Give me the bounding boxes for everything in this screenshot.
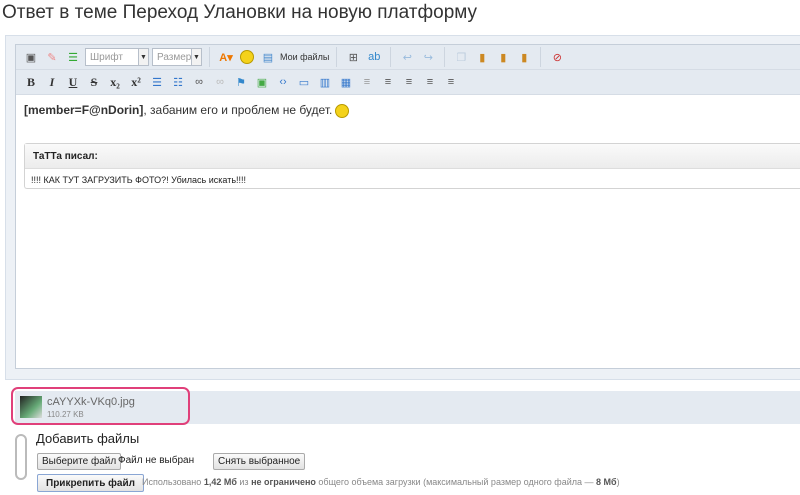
member-tag: [member=F@nDorin] <box>24 103 144 117</box>
numbered-list-icon[interactable]: ☷ <box>169 73 187 91</box>
bullet-list-icon[interactable]: ☰ <box>148 73 166 91</box>
unlink-icon[interactable]: ∞ <box>211 73 229 91</box>
choose-file-button[interactable]: Выберите файл <box>37 453 122 470</box>
redo-icon[interactable]: ↪ <box>419 48 437 66</box>
text-color-icon[interactable]: A▾ <box>217 48 235 66</box>
attachment-name[interactable]: cAYYXk-VKq0.jpg <box>47 396 135 408</box>
quote-icon[interactable]: ▭ <box>295 73 313 91</box>
quote-text: !!!! КАК ТУТ ЗАГРУЗИТЬ ФОТО?! Убилась ис… <box>31 175 247 185</box>
image-icon[interactable]: ▣ <box>253 73 271 91</box>
no-file-label: Файл не выбран <box>118 455 195 466</box>
chevron-down-icon: ▼ <box>191 49 201 65</box>
quote-author: ТаТТа писал: <box>25 144 800 169</box>
underline-icon[interactable]: U <box>64 73 82 91</box>
smiley-icon <box>335 103 350 118</box>
quote-block: ТаТТа писал: !!!! КАК ТУТ ЗАГРУЗИТЬ ФОТО… <box>24 143 800 189</box>
divider <box>390 47 392 67</box>
size-select-label: Размер <box>157 51 192 63</box>
divider <box>336 47 338 67</box>
usage-end: ) <box>616 477 620 487</box>
chevron-down-icon: ▼ <box>138 49 148 65</box>
usage-prefix: Использовано <box>142 477 202 487</box>
undo-icon[interactable]: ↩ <box>398 48 416 66</box>
divider <box>444 47 446 67</box>
align-indent-icon[interactable]: ≡ <box>379 73 397 91</box>
message-text: , забаним его и проблем не будет. <box>143 103 333 117</box>
align-left-icon[interactable]: ≡ <box>358 73 376 91</box>
size-select[interactable]: Размер ▼ <box>152 48 202 66</box>
link-icon[interactable]: ∞ <box>190 73 208 91</box>
toolbar-row-1: ▣ ✎ ☰ Шрифт ▼ Размер ▼ A▾ ▤ Мои файлы ⊞ ab… <box>16 45 800 70</box>
my-files-button[interactable]: Мои файлы <box>280 52 329 62</box>
toolbar-row-2: B I U S x₂ x² ☰ ☷ ∞ ∞ ⚑ ▣ ‹› ▭ ▥ ▦ ≡ ≡ ≡… <box>16 70 800 95</box>
usage-suffix: общего объема загрузки (максимальный раз… <box>318 477 594 487</box>
strikethrough-icon[interactable]: S <box>85 73 103 91</box>
usage-mid: из <box>239 477 249 487</box>
upload-usage-text: Использовано 1,42 Мб из не ограничено об… <box>142 477 620 487</box>
align-right-icon[interactable]: ≡ <box>442 73 460 91</box>
binoculars-icon[interactable]: ⊞ <box>344 48 362 66</box>
spoiler-icon[interactable]: ▦ <box>337 73 355 91</box>
usage-max-size: 8 Мб <box>596 477 617 487</box>
paste-icon[interactable]: ▮ <box>473 48 491 66</box>
subscript-icon[interactable]: x₂ <box>106 73 124 91</box>
page-title: Ответ в теме Переход Улановки на новую п… <box>2 2 478 23</box>
files-icon[interactable]: ▤ <box>259 48 277 66</box>
attach-file-button[interactable]: Прикрепить файл <box>37 474 144 492</box>
spellcheck-icon[interactable]: ⊘ <box>548 48 566 66</box>
clear-selection-button[interactable]: Снять выбранное <box>213 453 306 470</box>
superscript-icon[interactable]: x² <box>127 73 145 91</box>
source-icon[interactable]: ▣ <box>22 48 40 66</box>
divider <box>540 47 542 67</box>
editor-content[interactable]: [member=F@nDorin], забаним его и проблем… <box>16 95 800 126</box>
paste-word-icon[interactable]: ▮ <box>515 48 533 66</box>
attachment-thumbnail[interactable] <box>20 396 42 418</box>
usage-limit: не ограничено <box>251 477 316 487</box>
paperclip-icon <box>15 434 27 480</box>
anchor-icon[interactable]: ⚑ <box>232 73 250 91</box>
divider <box>209 47 210 67</box>
font-select[interactable]: Шрифт ▼ <box>85 48 149 66</box>
align-justify-icon[interactable]: ≡ <box>421 73 439 91</box>
align-center-icon[interactable]: ≡ <box>400 73 418 91</box>
rich-text-editor: ▣ ✎ ☰ Шрифт ▼ Размер ▼ A▾ ▤ Мои файлы ⊞ ab… <box>15 44 800 369</box>
table-icon[interactable]: ☰ <box>64 48 82 66</box>
smiley-icon[interactable] <box>238 48 256 66</box>
media-icon[interactable]: ▥ <box>316 73 334 91</box>
bold-icon[interactable]: B <box>22 73 40 91</box>
replace-icon[interactable]: ab <box>365 48 383 66</box>
italic-icon[interactable]: I <box>43 73 61 91</box>
eraser-icon[interactable]: ✎ <box>43 48 61 66</box>
code-icon[interactable]: ‹› <box>274 73 292 91</box>
copy-icon[interactable]: ❐ <box>452 48 470 66</box>
attachment-size: 110.27 KB <box>47 410 84 419</box>
font-select-label: Шрифт <box>90 51 123 63</box>
usage-used: 1,42 Мб <box>203 477 237 487</box>
paste-text-icon[interactable]: ▮ <box>494 48 512 66</box>
add-files-heading: Добавить файлы <box>36 431 140 446</box>
